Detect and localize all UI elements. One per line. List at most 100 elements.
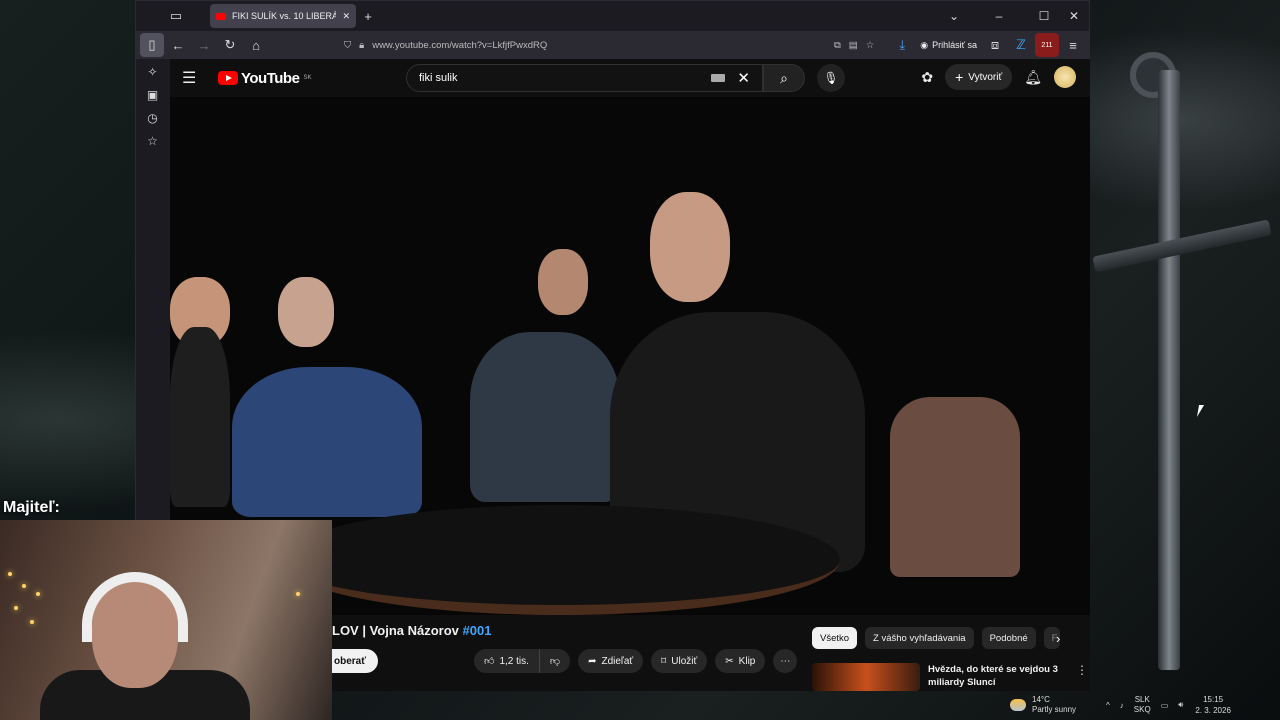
scissors-icon: ✂ [725, 655, 734, 667]
keyboard-icon[interactable] [711, 74, 726, 82]
round-table [280, 505, 840, 615]
person-head [538, 249, 588, 315]
chip-from-search[interactable]: Z vášho vyhľadávania [865, 627, 974, 649]
dislike-button[interactable]: 👎︎ [538, 649, 571, 673]
tab-title: FIKI SULÍK vs. 10 LIBERÁLOV | V... [232, 11, 337, 21]
minimize-icon[interactable]: – [969, 9, 1029, 23]
language-indicator[interactable]: SLK SKQ [1134, 695, 1151, 715]
thumbs-up-icon: 👍︎ [484, 656, 495, 667]
tab-overview-icon[interactable]: ▭ [164, 4, 188, 28]
microphone-icon: 🎙︎ [823, 71, 839, 85]
owner-label: Majiteľ: [3, 499, 60, 516]
video-thumbnail[interactable] [812, 663, 920, 691]
person-figure [170, 327, 230, 507]
person-head [278, 277, 334, 347]
ublock-badge-icon[interactable]: 211 [1035, 33, 1059, 57]
filter-chips: Všetko Z vášho vyhľadávania Podobné F [812, 627, 1060, 649]
lang-bottom: SKQ [1133, 705, 1151, 714]
person-figure [470, 332, 620, 502]
lock-icon[interactable]: 🔒︎ [359, 40, 364, 51]
share-button[interactable]: ➦ Zdieľať [578, 649, 644, 673]
back-icon[interactable]: ← [166, 33, 190, 57]
lang-top: SLK [1134, 695, 1150, 704]
youtube-logo[interactable]: YouTube SK [218, 70, 311, 87]
weather-widget[interactable]: 14°C Partly sunny [1010, 695, 1076, 715]
extensions-icon[interactable]: ⧈ [983, 33, 1007, 57]
clear-search-icon[interactable]: ✕ [737, 69, 750, 87]
bookmark-star-icon[interactable]: ☆ [866, 40, 875, 51]
search-button[interactable]: ⌕ [763, 64, 805, 92]
webcam-overlay [0, 520, 332, 720]
youtube-wordmark: YouTube [241, 69, 300, 87]
extension-puzzle-icon[interactable]: ✿ [921, 69, 933, 86]
ai-chat-icon[interactable]: ✧ [143, 65, 163, 79]
partly-sunny-icon [1010, 699, 1026, 711]
microphone-tray-icon[interactable]: ♪ [1120, 701, 1124, 710]
translate-extension-icon[interactable]: ℤ [1009, 33, 1033, 57]
chair [890, 397, 1020, 577]
more-dots-icon: ⋯ [780, 655, 791, 667]
search-query[interactable]: fiki sulik [419, 72, 458, 84]
history-icon[interactable]: ◷ [143, 111, 163, 125]
url-text[interactable]: www.youtube.com/watch?v=LkfjfPwxdRQ [372, 40, 547, 51]
chip-related[interactable]: Podobné [981, 627, 1036, 649]
notifications-bell-icon[interactable]: 🔔︎ [1024, 69, 1042, 86]
tray-chevron-up-icon[interactable]: ^ [1106, 701, 1110, 710]
downloads-icon[interactable]: ⤓ [890, 33, 914, 57]
synced-tabs-icon[interactable]: ▣ [143, 88, 163, 102]
shield-icon[interactable]: ⛉ [344, 40, 351, 51]
volume-icon[interactable]: 🔊︎ [1178, 700, 1183, 710]
menu-icon[interactable]: ≡ [1061, 33, 1085, 57]
clip-button[interactable]: ✂ Klip [715, 649, 766, 673]
more-actions-button[interactable]: ⋯ [773, 649, 798, 673]
tab-list-chevron-icon[interactable]: ⌄ [939, 9, 969, 23]
fairy-light [14, 606, 18, 610]
forward-icon[interactable]: → [192, 33, 216, 57]
youtube-header: ☰ YouTube SK fiki sulik ✕ ⌕ 🎙︎ ✿ + Vytvo… [170, 59, 1090, 97]
date: 2. 3. 2026 [1195, 706, 1231, 715]
close-window-icon[interactable]: ✕ [1059, 9, 1089, 23]
chip-all[interactable]: Všetko [812, 627, 858, 649]
chevron-right-icon[interactable]: › [1056, 631, 1060, 646]
mouse-cursor-icon [1196, 405, 1205, 417]
reload-icon[interactable]: ↻ [218, 33, 242, 57]
share-icon: ➦ [588, 655, 597, 667]
address-bar[interactable]: ⛉ 🔒︎ www.youtube.com/watch?v=LkfjfPwxdRQ… [278, 34, 880, 56]
system-tray: 14°C Partly sunny ^ ♪ SLK SKQ ▭ 🔊︎ 15:15… [1010, 690, 1280, 720]
like-button[interactable]: 👍︎ 1,2 tis. [474, 649, 539, 673]
picture-in-picture-icon[interactable]: ⧉ [834, 40, 841, 51]
create-button[interactable]: + Vytvoriť [945, 64, 1013, 90]
save-button[interactable]: ⌑ Uložiť [651, 649, 708, 673]
navigation-bar: ▯ ← → ↻ ⌂ ⛉ 🔒︎ www.youtube.com/watch?v=L… [136, 31, 1089, 59]
recommended-title[interactable]: Hvězda, do které se vejdou 3 miliardy Sl… [928, 663, 1068, 691]
video-actions: 👍︎ 1,2 tis. 👎︎ ➦ Zdieľať ⌑ Uložiť ✂ Klip… [474, 649, 798, 673]
home-icon[interactable]: ⌂ [244, 33, 268, 57]
avatar[interactable] [1054, 66, 1076, 88]
recommended-video[interactable]: Hvězda, do které se vejdou 3 miliardy Sl… [812, 663, 1090, 691]
fairy-light [296, 592, 300, 596]
plus-icon: + [955, 69, 964, 85]
tab-bar: ▭ FIKI SULÍK vs. 10 LIBERÁLOV | V... ✕ +… [136, 1, 1089, 31]
browser-tab-active[interactable]: FIKI SULÍK vs. 10 LIBERÁLOV | V... ✕ [210, 4, 356, 28]
search-input[interactable]: fiki sulik ✕ [406, 64, 763, 92]
maximize-icon[interactable]: ☐ [1029, 9, 1059, 23]
clip-label: Klip [738, 655, 756, 667]
close-tab-icon[interactable]: ✕ [342, 11, 350, 22]
hamburger-menu-icon[interactable]: ☰ [182, 68, 206, 88]
fairy-light [8, 572, 12, 576]
bookmarks-icon[interactable]: ☆ [143, 134, 163, 148]
region-code: SK [303, 75, 312, 81]
person-head [650, 192, 730, 302]
sidebar-toggle-icon[interactable]: ▯ [140, 33, 164, 57]
new-tab-icon[interactable]: + [356, 4, 380, 28]
video-hashtag[interactable]: #001 [463, 623, 492, 638]
display-icon[interactable]: ▭ [1161, 701, 1169, 710]
voice-search-button[interactable]: 🎙︎ [817, 64, 845, 92]
signin-button[interactable]: ◉ Prihlásiť sa [916, 40, 981, 51]
sword-hilt [1092, 219, 1272, 273]
time: 15:15 [1203, 695, 1224, 704]
like-count: 1,2 tis. [499, 655, 529, 667]
clock[interactable]: 15:15 2. 3. 2026 [1195, 694, 1231, 716]
reader-view-icon[interactable]: ▤ [849, 40, 858, 51]
more-vert-icon[interactable]: ⋮ [1076, 663, 1088, 691]
